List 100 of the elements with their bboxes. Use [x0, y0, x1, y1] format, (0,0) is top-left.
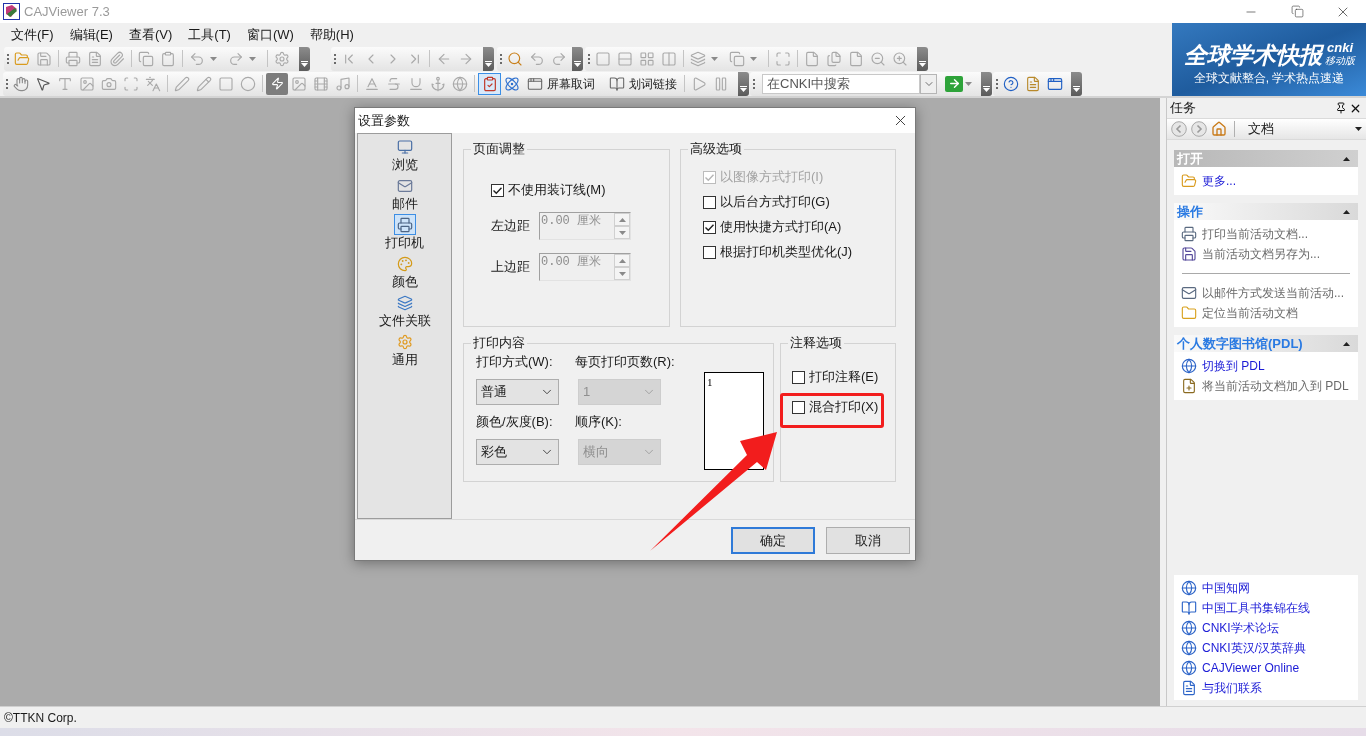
caret-down-icon[interactable]	[301, 60, 308, 67]
save-icon[interactable]	[36, 50, 52, 67]
image-icon[interactable]	[291, 75, 307, 92]
caret-down-icon[interactable]	[210, 56, 217, 61]
web-link[interactable]: CNKI学术论坛	[1202, 619, 1279, 637]
grip-icon[interactable]	[587, 53, 590, 64]
pointer-icon[interactable]	[35, 75, 51, 92]
clipboard-tool-button[interactable]	[478, 72, 501, 95]
grid-icon[interactable]	[639, 50, 655, 67]
web-link[interactable]: 中国工具书集锦在线	[1202, 599, 1310, 617]
redo-icon[interactable]	[228, 50, 244, 67]
underline-icon[interactable]	[408, 75, 424, 92]
caret-down-icon[interactable]	[249, 56, 256, 61]
checkbox[interactable]	[703, 220, 716, 234]
clipboard-icon[interactable]	[160, 50, 176, 67]
page-icon[interactable]	[87, 50, 103, 67]
page-icon[interactable]	[804, 50, 820, 67]
category-item[interactable]: 邮件	[362, 175, 447, 214]
undo-icon[interactable]	[189, 50, 205, 67]
scan-icon[interactable]	[123, 75, 139, 92]
rows-icon[interactable]	[617, 50, 633, 67]
caret-down-icon[interactable]	[965, 81, 972, 86]
category-item[interactable]: 文件关联	[362, 292, 447, 331]
printer-icon[interactable]	[65, 50, 81, 67]
help-icon[interactable]	[1003, 75, 1019, 92]
category-item[interactable]: 打印机	[362, 214, 447, 253]
grip-icon[interactable]	[333, 53, 336, 64]
web-link[interactable]: 中国知网	[1202, 579, 1250, 597]
document-help-icon[interactable]	[1025, 75, 1041, 92]
caret-down-icon[interactable]	[750, 56, 757, 61]
copy-icon[interactable]	[729, 50, 745, 67]
caret-down-icon[interactable]	[485, 60, 492, 67]
section-header[interactable]: 个人数字图书馆(PDL)	[1174, 335, 1358, 352]
play-icon[interactable]	[691, 75, 707, 92]
location-dropdown[interactable]: 文档	[1242, 120, 1362, 138]
strikethrough-icon[interactable]	[386, 75, 402, 92]
maximize-icon[interactable]	[775, 50, 791, 67]
checkbox[interactable]	[703, 195, 716, 209]
toolbar-button[interactable]: 屏幕取词	[523, 72, 599, 95]
checkbox[interactable]	[792, 370, 805, 384]
layers-icon[interactable]	[690, 50, 706, 67]
pen-icon[interactable]	[174, 75, 190, 92]
back-icon[interactable]	[1171, 121, 1187, 137]
menu-item[interactable]: 工具(T)	[180, 23, 239, 46]
task-link[interactable]: 切换到 PDL	[1202, 357, 1265, 375]
camera-icon[interactable]	[101, 75, 117, 92]
web-link[interactable]: 与我们联系	[1202, 679, 1262, 697]
circle-icon[interactable]	[240, 75, 256, 92]
text-select-icon[interactable]	[57, 75, 73, 92]
web-link[interactable]: CAJViewer Online	[1202, 659, 1300, 677]
globe-icon[interactable]	[452, 75, 468, 92]
flash-icon[interactable]	[266, 72, 288, 95]
folder-icon[interactable]	[14, 50, 30, 67]
web-link[interactable]: CNKI英汉/汉英辞典	[1202, 639, 1306, 657]
search-field[interactable]: 在CNKI中搜索	[762, 73, 920, 94]
menu-item[interactable]: 窗口(W)	[238, 23, 302, 46]
zoom-in-icon[interactable]	[892, 50, 908, 67]
toolbar-options-button[interactable]	[981, 71, 992, 96]
baseline-icon[interactable]	[364, 75, 380, 92]
zoom-out-icon[interactable]	[870, 50, 886, 67]
checkbox[interactable]	[703, 245, 716, 259]
paperclip-icon[interactable]	[109, 50, 125, 67]
grip-icon[interactable]	[499, 53, 502, 64]
restore-icon[interactable]	[1290, 5, 1304, 18]
single-page-icon[interactable]	[595, 50, 611, 67]
languages-icon[interactable]	[145, 75, 161, 92]
caret-down-icon[interactable]	[983, 85, 990, 92]
dialog-button[interactable]: 取消	[826, 527, 910, 554]
checkbox[interactable]	[792, 400, 805, 414]
atom-icon[interactable]	[504, 75, 520, 92]
dialog-button[interactable]: 确定	[731, 527, 815, 554]
menu-item[interactable]: 帮助(H)	[301, 23, 362, 46]
toolbar-options-button[interactable]	[483, 46, 494, 71]
section-header[interactable]: 操作	[1174, 203, 1358, 220]
toolbar-button[interactable]: 划词链接	[605, 72, 681, 95]
menu-item[interactable]: 查看(V)	[120, 23, 181, 46]
menu-item[interactable]: 文件(F)	[3, 23, 62, 46]
settings-icon[interactable]	[274, 50, 290, 67]
film-icon[interactable]	[313, 75, 329, 92]
columns-icon[interactable]	[661, 50, 677, 67]
caret-down-icon[interactable]	[574, 60, 581, 67]
pin-icon[interactable]	[1335, 102, 1347, 114]
music-icon[interactable]	[335, 75, 351, 92]
caret-down-icon[interactable]	[740, 85, 747, 92]
copy-icon[interactable]	[138, 50, 154, 67]
pencil-icon[interactable]	[196, 75, 212, 92]
forward-icon[interactable]	[1191, 121, 1207, 137]
anchor-icon[interactable]	[430, 75, 446, 92]
task-link[interactable]: 更多...	[1202, 172, 1236, 190]
grip-icon[interactable]	[995, 78, 998, 89]
caret-down-icon[interactable]	[1073, 85, 1080, 92]
grip-icon[interactable]	[752, 78, 755, 89]
caret-down-icon[interactable]	[711, 56, 718, 61]
pages-icon[interactable]	[826, 50, 842, 67]
hand-icon[interactable]	[13, 75, 29, 92]
home-icon[interactable]	[1211, 121, 1227, 137]
toolbar-options-button[interactable]	[917, 46, 928, 71]
caret-down-icon[interactable]	[919, 60, 926, 67]
redo-icon[interactable]	[551, 50, 567, 67]
grip-icon[interactable]	[5, 78, 8, 89]
